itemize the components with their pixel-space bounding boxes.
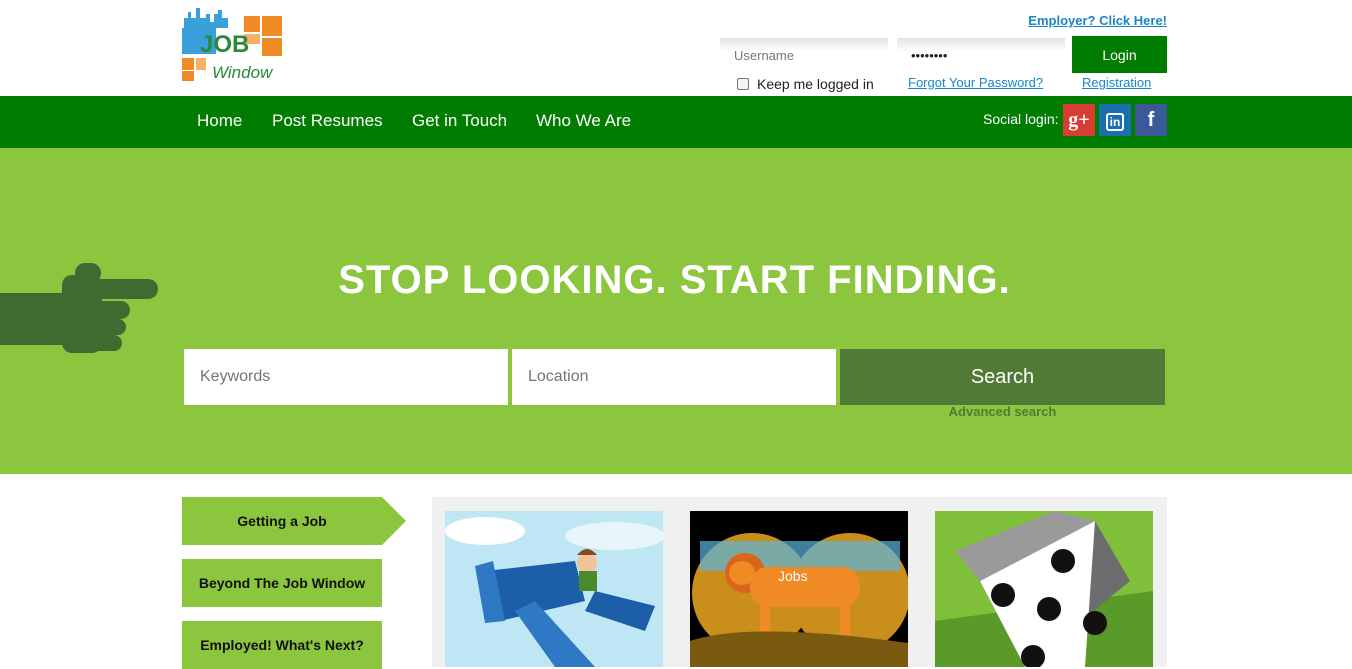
hero-banner: STOP LOOKING. START FINDING. Search Adva… — [0, 148, 1352, 474]
search-button[interactable]: Search — [840, 349, 1165, 405]
keep-logged-in-checkbox[interactable] — [737, 78, 749, 90]
job-window-logo[interactable]: JOB Window — [182, 6, 284, 82]
tab-beyond-the-job-window[interactable]: Beyond The Job Window — [182, 559, 382, 607]
tab-getting-a-job[interactable]: Getting a Job — [182, 497, 382, 545]
lion-jobs-text: Jobs — [778, 568, 808, 584]
lion-binoculars-card[interactable]: Jobs — [690, 511, 908, 667]
nav-home[interactable]: Home — [197, 111, 242, 131]
nav-get-in-touch[interactable]: Get in Touch — [412, 111, 507, 131]
linkedin-glyph: in — [1106, 113, 1124, 131]
lion-illustration: Jobs — [690, 511, 908, 667]
airplane-card[interactable] — [445, 511, 663, 667]
svg-text:Window: Window — [212, 63, 274, 82]
keywords-input[interactable] — [184, 349, 508, 405]
airplane-illustration — [445, 511, 663, 667]
google-plus-icon[interactable]: g+ — [1063, 104, 1095, 136]
keep-logged-in-label: Keep me logged in — [757, 76, 874, 92]
employer-link[interactable]: Employer? Click Here! — [1028, 13, 1167, 28]
username-input[interactable] — [720, 38, 888, 72]
tab-label: Employed! What's Next? — [200, 637, 364, 653]
nav-who-we-are[interactable]: Who We Are — [536, 111, 631, 131]
keep-logged-in[interactable]: Keep me logged in — [737, 76, 874, 92]
login-button[interactable]: Login — [1072, 36, 1167, 73]
dice-card[interactable] — [935, 511, 1153, 667]
location-input[interactable] — [512, 349, 836, 405]
hero-tagline: STOP LOOKING. START FINDING. — [338, 258, 1011, 302]
forgot-password-link[interactable]: Forgot Your Password? — [908, 75, 1043, 90]
facebook-icon[interactable]: f — [1135, 104, 1167, 136]
svg-text:JOB: JOB — [200, 31, 249, 58]
advanced-search-link[interactable]: Advanced search — [840, 404, 1165, 419]
article-grid: Jobs — [432, 497, 1167, 667]
linkedin-icon[interactable]: in — [1099, 104, 1131, 136]
dice-illustration — [935, 511, 1153, 667]
tab-label: Getting a Job — [237, 513, 327, 529]
social-login-label: Social login: — [983, 111, 1059, 127]
main-nav: Home Post Resumes Get in Touch Who We Ar… — [0, 96, 1352, 148]
active-tab-arrow — [382, 497, 406, 545]
registration-link[interactable]: Registration — [1082, 75, 1151, 90]
header: JOB Window Employer? Click Here! Login K… — [0, 0, 1352, 96]
nav-post-resumes[interactable]: Post Resumes — [272, 111, 383, 131]
password-input[interactable] — [897, 38, 1065, 72]
tab-label: Beyond The Job Window — [198, 575, 366, 591]
tab-employed-whats-next[interactable]: Employed! What's Next? — [182, 621, 382, 669]
